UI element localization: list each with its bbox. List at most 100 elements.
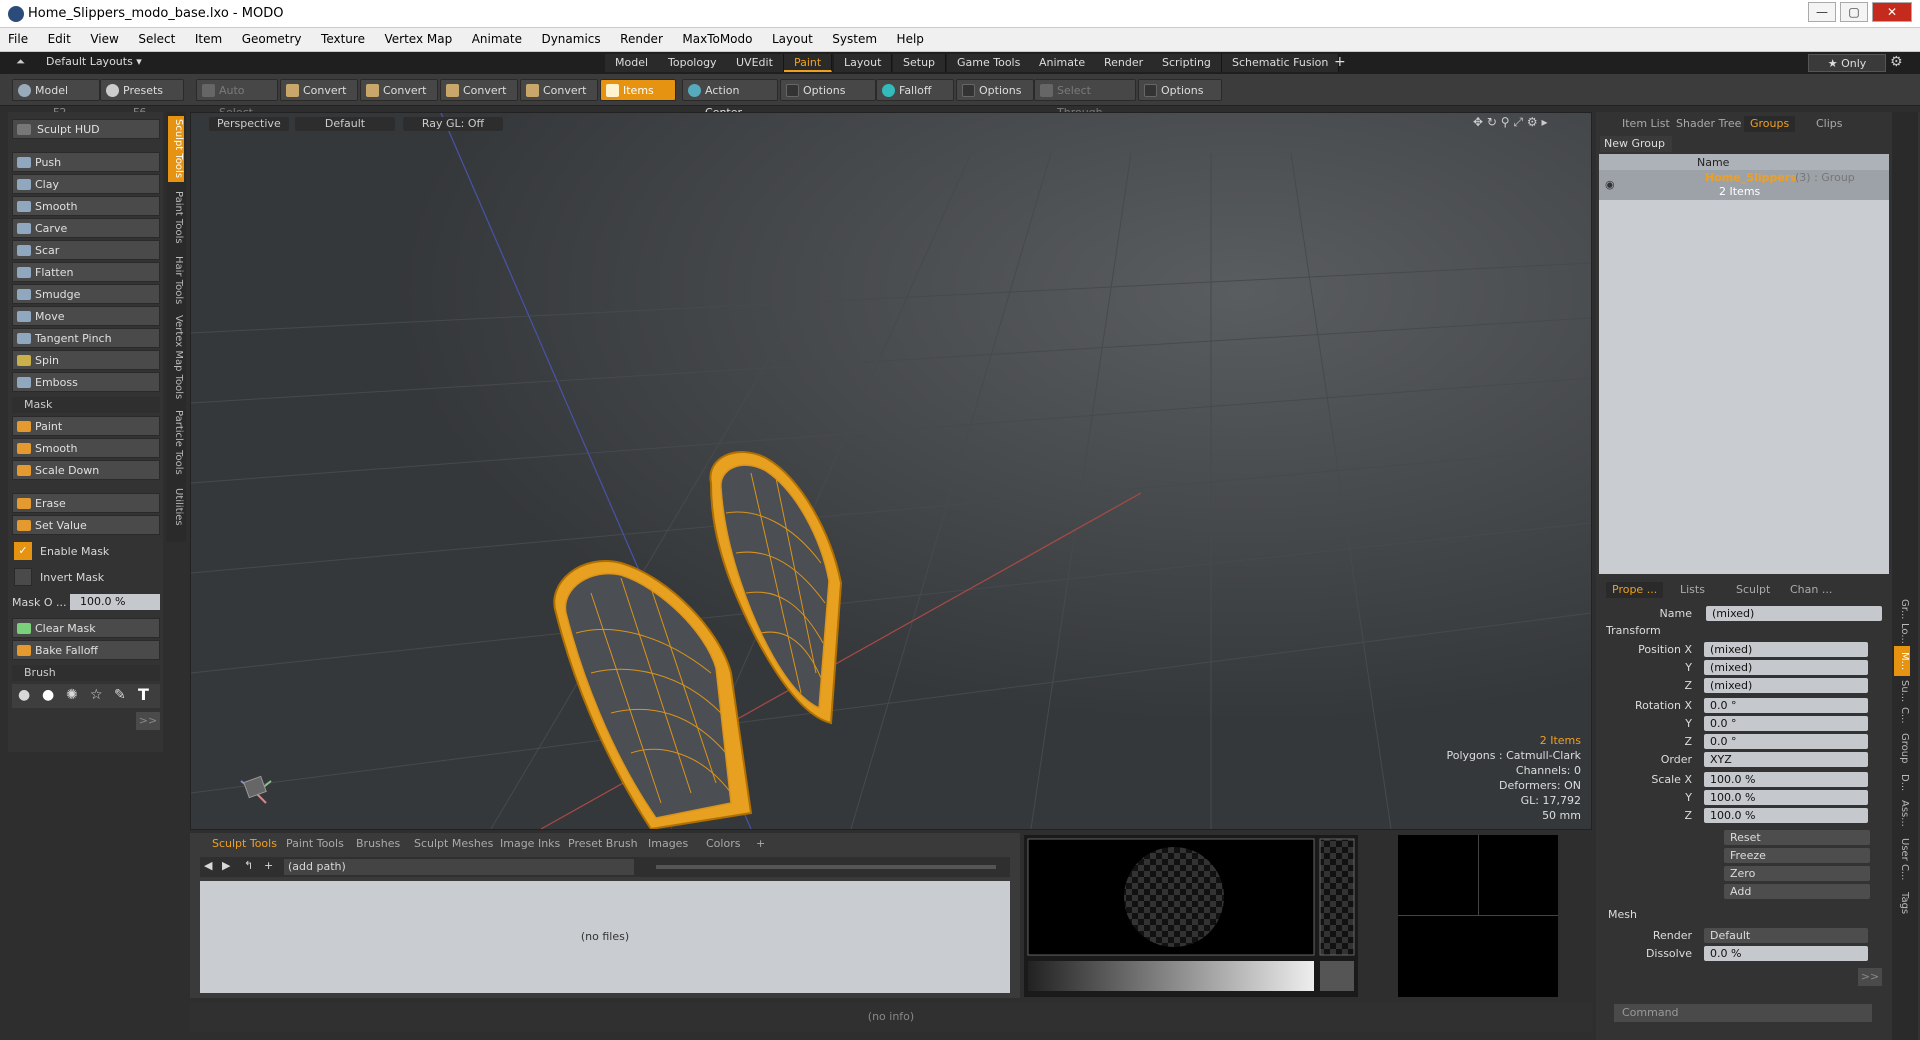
bake-falloff-button[interactable]: Bake Falloff <box>12 640 160 660</box>
mask-paint[interactable]: Paint <box>12 416 160 436</box>
mesh-header[interactable]: Mesh <box>1608 908 1908 924</box>
menu-texture[interactable]: Texture <box>313 28 373 50</box>
action-center-options-button[interactable]: Options <box>780 79 876 101</box>
convert-edges-button[interactable]: Convert <box>360 79 438 101</box>
menu-item[interactable]: Item <box>187 28 230 50</box>
hard-brush-icon[interactable]: ● <box>42 687 54 703</box>
rotation-y-field[interactable]: 0.0 ° <box>1704 716 1868 731</box>
scale-y-field[interactable]: 100.0 % <box>1704 790 1868 805</box>
menu-system[interactable]: System <box>824 28 885 50</box>
tool-push[interactable]: Push <box>12 152 160 172</box>
tab-model[interactable]: Model <box>605 54 660 72</box>
scale-x-field[interactable]: 100.0 % <box>1704 772 1868 787</box>
clear-mask-button[interactable]: Clear Mask <box>12 618 160 638</box>
side-tab-group[interactable]: Group <box>1894 728 1910 768</box>
tool-move[interactable]: Move <box>12 306 160 326</box>
tool-smudge[interactable]: Smudge <box>12 284 160 304</box>
mask-set-value[interactable]: Set Value <box>12 515 160 535</box>
path-dropdown[interactable]: (add path) <box>284 859 634 875</box>
fit-view-icon[interactable]: ⤢ <box>1513 115 1523 129</box>
position-x-field[interactable]: (mixed) <box>1704 642 1868 657</box>
brush-section-header[interactable]: Brush <box>12 665 160 681</box>
tab-schematic-fusion[interactable]: Schematic Fusion <box>1222 54 1340 72</box>
menu-layout[interactable]: Layout <box>764 28 821 50</box>
tool-spin[interactable]: Spin <box>12 350 160 370</box>
viewport-arrow-icon[interactable]: ▸ <box>1541 115 1547 129</box>
tool-flatten[interactable]: Flatten <box>12 262 160 282</box>
side-tab-ass[interactable]: Ass... <box>1894 796 1910 830</box>
tool-carve[interactable]: Carve <box>12 218 160 238</box>
items-mode-button[interactable]: Items <box>600 79 676 101</box>
side-tab-hair-tools[interactable]: Hair Tools <box>168 252 184 308</box>
rotation-z-field[interactable]: 0.0 ° <box>1704 734 1868 749</box>
view-type-dropdown[interactable]: Perspective <box>209 117 289 131</box>
viewport-settings-icon[interactable]: ⚙ <box>1527 115 1538 129</box>
side-tab-d[interactable]: D... <box>1894 772 1910 794</box>
gear-icon[interactable]: ⚙ <box>1890 54 1903 70</box>
more-button[interactable]: >> <box>136 712 160 730</box>
menu-help[interactable]: Help <box>889 28 932 50</box>
tab-animate[interactable]: Animate <box>1029 54 1097 72</box>
falloff-button[interactable]: Falloff <box>876 79 954 101</box>
text-brush-icon[interactable]: T <box>138 685 149 704</box>
add-path-icon[interactable]: + <box>264 859 273 872</box>
add-tab-button[interactable]: + <box>1334 54 1346 70</box>
back-arrow-icon[interactable]: ◀ <box>204 859 212 872</box>
btab-add[interactable]: + <box>750 836 771 852</box>
maximize-button[interactable]: ▢ <box>1840 2 1868 22</box>
menu-geometry[interactable]: Geometry <box>234 28 310 50</box>
sculpt-hud-button[interactable]: Sculpt HUD <box>12 119 160 139</box>
only-toggle[interactable]: ★ Only <box>1808 54 1886 72</box>
freeze-dropdown[interactable]: Freeze <box>1724 848 1870 863</box>
tool-emboss[interactable]: Emboss <box>12 372 160 392</box>
tab-paint[interactable]: Paint <box>784 54 833 72</box>
rtab-groups[interactable]: Groups <box>1744 116 1796 132</box>
tab-topology[interactable]: Topology <box>658 54 728 72</box>
side-tab-su[interactable]: Su... <box>1894 680 1910 702</box>
btab-images[interactable]: Images <box>642 836 694 852</box>
model-button[interactable]: Model F2 <box>12 79 100 119</box>
auto-select-button[interactable]: Auto Select <box>196 79 278 119</box>
tab-layout[interactable]: Layout <box>834 54 893 72</box>
falloff-options-button[interactable]: Options <box>956 79 1034 101</box>
dissolve-field[interactable]: 0.0 % <box>1704 946 1868 961</box>
ptab-lists[interactable]: Lists <box>1674 582 1711 598</box>
menu-view[interactable]: View <box>82 28 126 50</box>
command-input[interactable]: Command <box>1614 1004 1872 1022</box>
forward-arrow-icon[interactable]: ▶ <box>222 859 230 872</box>
parent-dir-icon[interactable]: ↰ <box>244 859 253 872</box>
mask-scale-down[interactable]: Scale Down <box>12 460 160 480</box>
menu-edit[interactable]: Edit <box>40 28 79 50</box>
mask-smooth[interactable]: Smooth <box>12 438 160 458</box>
rtab-item-list[interactable]: Item List <box>1616 116 1676 132</box>
side-tab-lo[interactable]: Lo... <box>1894 622 1910 644</box>
order-dropdown[interactable]: XYZ <box>1704 752 1868 767</box>
scale-z-field[interactable]: 100.0 % <box>1704 808 1868 823</box>
soft-brush-icon[interactable]: ● <box>18 687 30 703</box>
close-button[interactable]: ✕ <box>1872 2 1912 22</box>
menu-file[interactable]: File <box>0 28 36 50</box>
menu-dynamics[interactable]: Dynamics <box>533 28 608 50</box>
select-through-button[interactable]: Select Through <box>1034 79 1136 119</box>
convert-vertices-button[interactable]: Convert <box>280 79 358 101</box>
menu-render[interactable]: Render <box>612 28 671 50</box>
tool-scar[interactable]: Scar <box>12 240 160 260</box>
mask-section-header[interactable]: Mask <box>12 397 160 413</box>
position-y-field[interactable]: (mixed) <box>1704 660 1868 675</box>
side-tab-user-c[interactable]: User C... <box>1894 834 1910 884</box>
tab-setup[interactable]: Setup <box>893 54 947 72</box>
side-tab-sculpt-tools[interactable]: Sculpt Tools <box>168 116 184 182</box>
presets-button[interactable]: Presets F6 <box>100 79 184 119</box>
menu-animate[interactable]: Animate <box>464 28 530 50</box>
rtab-shader-tree[interactable]: Shader Tree <box>1670 116 1747 132</box>
invert-mask-checkbox[interactable] <box>14 568 32 586</box>
thumbnail-size-slider[interactable] <box>656 865 996 869</box>
name-column-header[interactable]: Name <box>1697 156 1729 169</box>
side-tab-utilities[interactable]: Utilities <box>168 482 184 532</box>
minimize-button[interactable]: — <box>1808 2 1836 22</box>
mask-erase[interactable]: Erase <box>12 493 160 513</box>
position-z-field[interactable]: (mixed) <box>1704 678 1868 693</box>
raygl-toggle[interactable]: Ray GL: Off <box>403 117 503 131</box>
rtab-clips[interactable]: Clips <box>1810 116 1849 132</box>
side-tab-tags[interactable]: Tags <box>1894 888 1910 918</box>
